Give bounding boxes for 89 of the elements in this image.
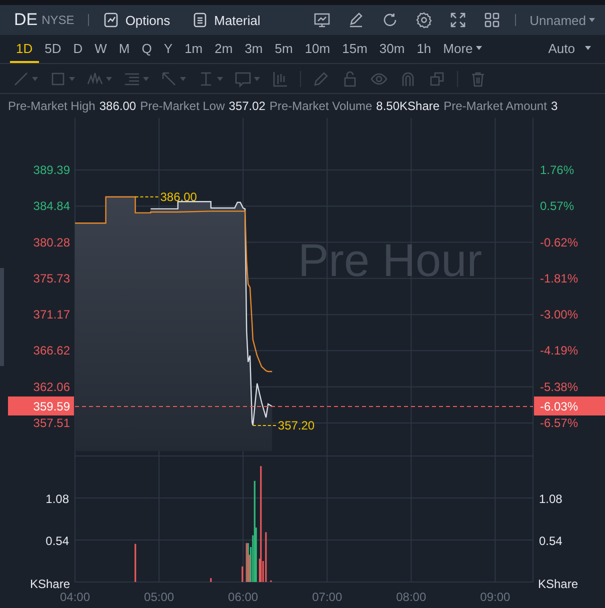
time-label: 05:00 <box>144 590 174 604</box>
axis-label: 384.84 <box>33 199 70 214</box>
scale-dropdown[interactable]: Auto <box>542 35 597 63</box>
axis-label: 1.08 <box>46 492 69 506</box>
interval-tab[interactable]: M <box>112 35 136 63</box>
time-label: 08:00 <box>396 590 426 604</box>
axis-label: 375.73 <box>33 271 70 286</box>
document-icon <box>192 12 208 28</box>
caret-icon <box>254 76 260 80</box>
interval-tab[interactable]: 1h <box>410 35 438 63</box>
unit-label: KShare <box>30 577 70 591</box>
interval-tab[interactable]: Q <box>136 35 158 63</box>
header-link[interactable]: Options <box>103 12 170 28</box>
trash-icon <box>469 70 487 88</box>
caret-icon <box>180 76 186 80</box>
interval-tab[interactable]: 5m <box>268 35 299 63</box>
axis-label: 1.76% <box>540 162 574 177</box>
axis-label: -3.00% <box>540 308 578 322</box>
axis-label: 371.17 <box>33 308 70 322</box>
interval-tab[interactable]: W <box>88 35 113 63</box>
interval-tab[interactable]: 2m <box>208 35 239 63</box>
caret-icon <box>217 76 223 80</box>
caret-icon <box>589 18 595 22</box>
axis-label: -1.81% <box>540 271 578 286</box>
time-label: 04:00 <box>60 590 90 604</box>
stat-label: Pre-Market Low <box>140 99 225 113</box>
axis-label: 366.62 <box>33 344 70 358</box>
change-tag: -6.03% <box>534 396 605 416</box>
arrow-icon <box>160 70 178 88</box>
interval-tab[interactable]: Y <box>158 35 179 63</box>
stat-value: 386.00 <box>99 99 136 113</box>
stat-label: Pre-Market High <box>8 99 96 113</box>
interval-tab[interactable]: D <box>67 35 89 63</box>
stat-value: 3 <box>550 99 558 113</box>
time-label: 09:00 <box>480 590 510 604</box>
chart-doc-icon <box>103 12 120 28</box>
stat-value: 357.02 <box>228 99 266 113</box>
line-icon <box>12 70 30 88</box>
axis-label: 1.08 <box>539 492 562 506</box>
axis-label: 362.06 <box>33 380 70 394</box>
caret-icon <box>69 76 75 80</box>
settings-icon[interactable] <box>414 11 433 29</box>
caret-icon <box>143 76 149 80</box>
axis-label: -6.57% <box>540 416 578 430</box>
time-label: 06:00 <box>228 590 258 604</box>
stat-label: Pre-Market Volume <box>269 99 372 113</box>
annotation-label: 386.00 <box>160 190 197 204</box>
layout-dropdown[interactable]: Unnamed <box>530 12 595 28</box>
stat-label: Pre-Market Amount <box>444 99 547 113</box>
monitor-chart-icon[interactable] <box>312 11 331 29</box>
speech-bubble-icon <box>234 70 252 88</box>
ref-line-label: 359.59 <box>33 399 70 414</box>
unit-label: KShare <box>538 577 578 591</box>
interval-tab[interactable]: 30m <box>373 35 411 63</box>
leader-line <box>134 196 160 198</box>
caret-icon <box>32 76 38 80</box>
axis-label: 357.51 <box>33 416 70 430</box>
leader-line <box>252 424 278 426</box>
bar-chart-icon <box>271 70 289 88</box>
caret-icon <box>476 46 482 50</box>
interval-tab[interactable]: 1m <box>178 35 209 63</box>
interval-tab[interactable]: 15m <box>336 35 374 63</box>
axis-label: 380.28 <box>33 235 70 250</box>
pencil-icon <box>312 70 330 88</box>
more-dropdown[interactable]: More <box>437 35 488 63</box>
axis-label: 389.39 <box>33 162 70 177</box>
side-handle[interactable] <box>0 268 4 366</box>
axis-label: 0.57% <box>540 199 574 214</box>
interval-tab[interactable]: 3m <box>238 35 269 63</box>
stock-symbol: DE <box>14 10 38 30</box>
axis-label: -0.62% <box>540 235 578 250</box>
interval-tab[interactable]: 10m <box>298 35 336 63</box>
annotation-label: 357.20 <box>278 418 315 432</box>
axis-label: 0.54 <box>539 534 562 548</box>
axis-label: -4.19% <box>540 344 578 358</box>
axis-label: -5.38% <box>540 380 578 394</box>
exchange-label: NYSE <box>42 13 74 27</box>
price-tag: 359.59 <box>8 396 74 416</box>
interval-tab[interactable]: 5D <box>38 35 68 63</box>
grid-layout-icon[interactable] <box>482 11 501 29</box>
axis-label: 0.54 <box>46 534 69 548</box>
time-label: 07:00 <box>312 590 342 604</box>
interval-tab[interactable]: 1D <box>10 35 39 63</box>
fullscreen-icon[interactable] <box>448 11 467 29</box>
copy-icon <box>428 70 446 88</box>
caret-icon <box>106 76 112 80</box>
stat-value: 8.50KShare <box>376 99 440 113</box>
caret-icon <box>585 46 591 50</box>
header-link[interactable]: Material <box>192 12 260 28</box>
